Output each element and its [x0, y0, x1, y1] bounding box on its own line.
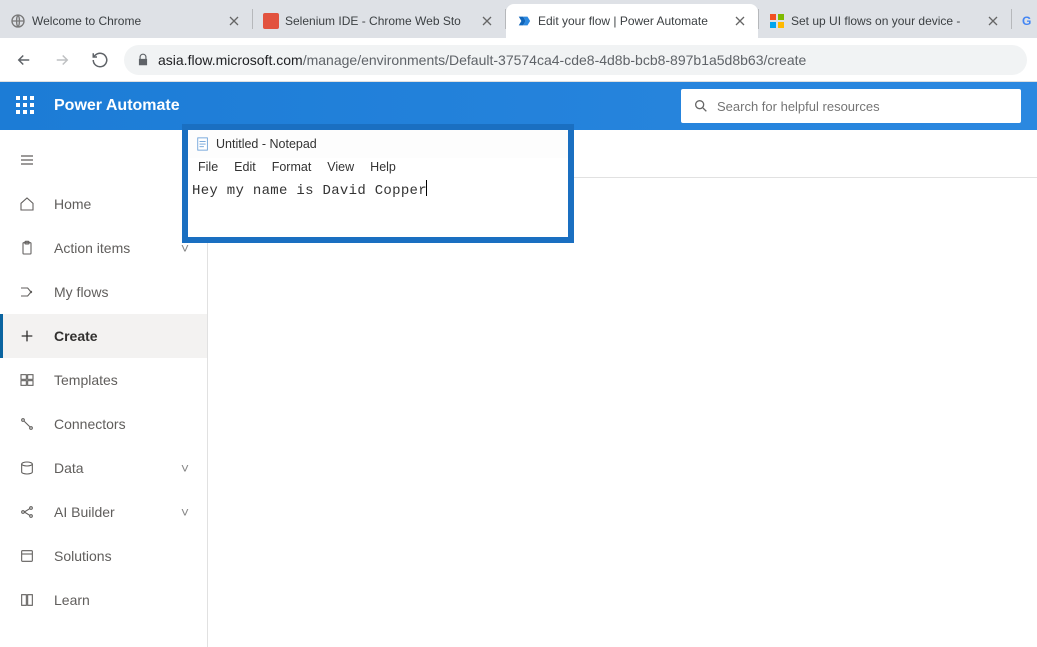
close-icon[interactable] [226, 13, 242, 29]
ms-docs-icon [769, 13, 785, 29]
sidebar-item-connectors[interactable]: Connectors [0, 402, 207, 446]
menu-format[interactable]: Format [272, 160, 312, 174]
browser-tab[interactable]: Selenium IDE - Chrome Web Sto [253, 4, 505, 38]
tab-title: Edit your flow | Power Automate [538, 14, 726, 28]
main-area: Home Action items ˅ My flows Create Te [0, 130, 1037, 647]
sidebar-item-data[interactable]: Data ˅ [0, 446, 207, 490]
home-icon [18, 195, 36, 213]
notepad-window[interactable]: Untitled - Notepad File Edit Format View… [182, 124, 574, 243]
browser-tab[interactable]: Set up UI flows on your device - [759, 4, 1011, 38]
selenium-icon [263, 13, 279, 29]
sidebar-item-label: Home [54, 196, 91, 212]
back-button[interactable] [10, 46, 38, 74]
plus-icon [18, 327, 36, 345]
search-input[interactable] [717, 99, 1009, 114]
app-header: Power Automate [0, 82, 1037, 130]
book-icon [18, 591, 36, 609]
text-cursor [426, 180, 427, 196]
notepad-titlebar[interactable]: Untitled - Notepad [188, 130, 568, 158]
sidebar-item-label: Learn [54, 592, 90, 608]
app-title[interactable]: Power Automate [54, 97, 180, 115]
sidebar-item-label: Solutions [54, 548, 112, 564]
sidebar-item-label: My flows [54, 284, 108, 300]
sidebar-item-label: Create [54, 328, 98, 344]
browser-tab-partial[interactable]: G [1012, 4, 1036, 38]
lock-icon [136, 53, 150, 67]
menu-help[interactable]: Help [370, 160, 396, 174]
power-automate-icon [516, 13, 532, 29]
sidebar: Home Action items ˅ My flows Create Te [0, 130, 208, 647]
address-bar[interactable]: asia.flow.microsoft.com/manage/environme… [124, 45, 1027, 75]
menu-edit[interactable]: Edit [234, 160, 256, 174]
tab-title: Set up UI flows on your device - [791, 14, 979, 28]
content-pane: Three ways to make a fl Untitled - Notep… [208, 130, 1037, 647]
globe-icon [10, 13, 26, 29]
browser-tab[interactable]: Welcome to Chrome [0, 4, 252, 38]
close-icon[interactable] [479, 13, 495, 29]
notepad-icon [196, 137, 210, 151]
browser-tab-active[interactable]: Edit your flow | Power Automate [506, 4, 758, 38]
notepad-menu-bar: File Edit Format View Help [188, 158, 568, 178]
browser-tabs-bar: Welcome to Chrome Selenium IDE - Chrome … [0, 0, 1037, 38]
sidebar-item-create[interactable]: Create [0, 314, 207, 358]
sidebar-item-label: Connectors [54, 416, 126, 432]
menu-view[interactable]: View [327, 160, 354, 174]
sidebar-item-ai-builder[interactable]: AI Builder ˅ [0, 490, 207, 534]
notepad-text-area[interactable]: Hey my name is David Copper [188, 178, 568, 237]
sidebar-item-label: Action items [54, 240, 130, 256]
chevron-down-icon: ˅ [181, 504, 189, 520]
sidebar-item-label: Templates [54, 372, 118, 388]
browser-omnibar: asia.flow.microsoft.com/manage/environme… [0, 38, 1037, 82]
close-icon[interactable] [985, 13, 1001, 29]
forward-button[interactable] [48, 46, 76, 74]
chevron-down-icon: ˅ [181, 460, 189, 476]
templates-icon [18, 371, 36, 389]
sidebar-item-learn[interactable]: Learn [0, 578, 207, 622]
data-icon [18, 459, 36, 477]
sidebar-toggle[interactable] [0, 138, 207, 182]
sidebar-item-templates[interactable]: Templates [0, 358, 207, 402]
url-text: asia.flow.microsoft.com/manage/environme… [158, 52, 1015, 68]
solutions-icon [18, 547, 36, 565]
close-icon[interactable] [732, 13, 748, 29]
reload-button[interactable] [86, 46, 114, 74]
connectors-icon [18, 415, 36, 433]
search-icon [693, 98, 709, 114]
sidebar-item-label: Data [54, 460, 84, 476]
sidebar-item-action-items[interactable]: Action items ˅ [0, 226, 207, 270]
ai-icon [18, 503, 36, 521]
notepad-title: Untitled - Notepad [216, 137, 317, 151]
menu-file[interactable]: File [198, 160, 218, 174]
sidebar-item-solutions[interactable]: Solutions [0, 534, 207, 578]
flow-icon [18, 283, 36, 301]
search-box[interactable] [681, 89, 1021, 123]
clipboard-icon [18, 239, 36, 257]
google-icon: G [1022, 13, 1031, 29]
app-launcher-icon[interactable] [16, 96, 36, 116]
sidebar-item-my-flows[interactable]: My flows [0, 270, 207, 314]
tab-title: Selenium IDE - Chrome Web Sto [285, 14, 473, 28]
hamburger-icon [18, 151, 36, 169]
sidebar-item-home[interactable]: Home [0, 182, 207, 226]
notepad-text: Hey my name is David Copper [192, 183, 427, 199]
sidebar-item-label: AI Builder [54, 504, 115, 520]
tab-title: Welcome to Chrome [32, 14, 220, 28]
